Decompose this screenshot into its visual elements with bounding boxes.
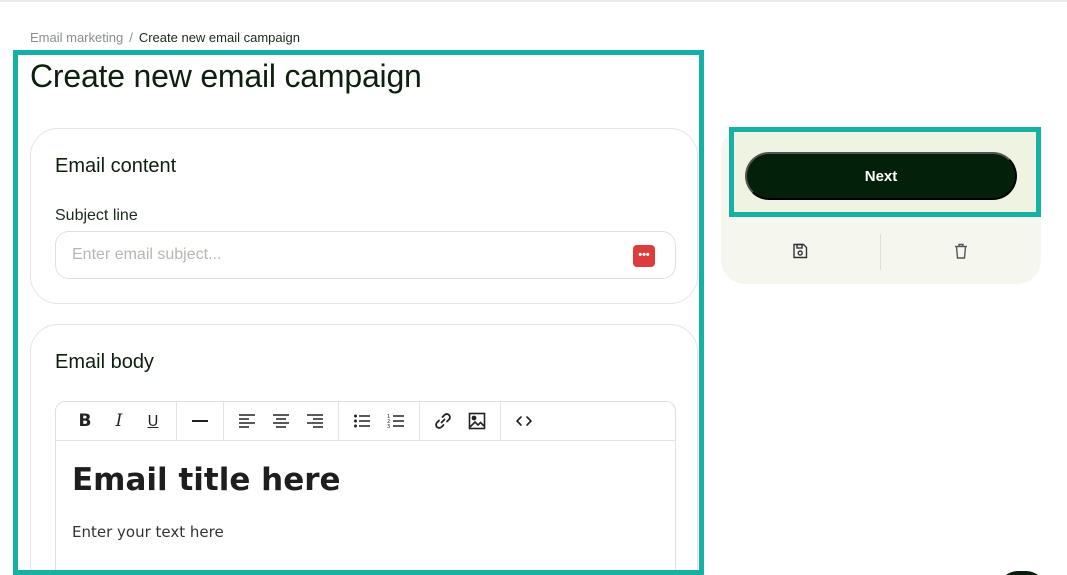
chat-widget-button[interactable] xyxy=(998,571,1046,575)
save-icon[interactable] xyxy=(791,242,809,260)
breadcrumb-parent-link[interactable]: Email marketing xyxy=(30,30,123,45)
actions-divider xyxy=(880,234,881,270)
breadcrumb-current: Create new email campaign xyxy=(138,30,300,45)
breadcrumb: Email marketing / Create new email campa… xyxy=(30,30,300,45)
highlight-main-form xyxy=(13,50,704,575)
trash-icon[interactable] xyxy=(952,242,970,260)
breadcrumb-separator: / xyxy=(129,30,133,45)
next-button[interactable]: Next xyxy=(745,152,1017,200)
top-divider xyxy=(0,0,1067,2)
